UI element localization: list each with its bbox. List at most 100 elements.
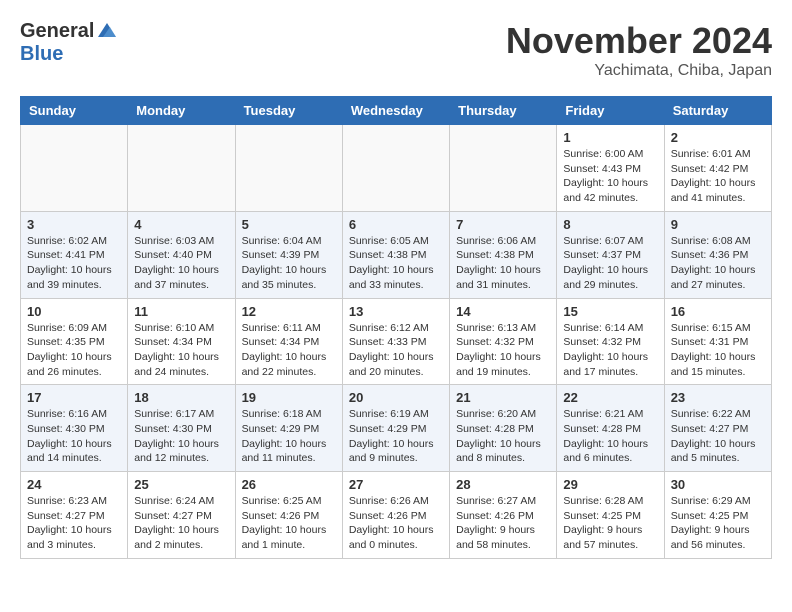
calendar-cell (21, 125, 128, 212)
day-number: 8 (563, 217, 657, 232)
day-number: 23 (671, 390, 765, 405)
day-info: Sunrise: 6:19 AMSunset: 4:29 PMDaylight:… (349, 407, 443, 466)
calendar-cell: 5Sunrise: 6:04 AMSunset: 4:39 PMDaylight… (235, 211, 342, 298)
calendar-cell: 18Sunrise: 6:17 AMSunset: 4:30 PMDayligh… (128, 385, 235, 472)
calendar-cell: 3 Sunrise: 6:02 AMSunset: 4:41 PMDaylight… (21, 211, 128, 298)
day-info: Sunrise: 6:01 AMSunset: 4:42 PMDaylight:… (671, 147, 765, 206)
day-info: Sunrise: 6:16 AMSunset: 4:30 PMDaylight:… (27, 407, 121, 466)
day-info: Sunrise: 6:12 AMSunset: 4:33 PMDaylight:… (349, 321, 443, 380)
day-number: 29 (563, 477, 657, 492)
day-info: Sunrise: 6:18 AMSunset: 4:29 PMDaylight:… (242, 407, 336, 466)
day-info: Sunrise: 6:25 AMSunset: 4:26 PMDaylight:… (242, 494, 336, 553)
calendar-cell (128, 125, 235, 212)
calendar-header-friday: Friday (557, 97, 664, 125)
calendar-week-4: 17 Sunrise: 6:16 AMSunset: 4:30 PMDayligh… (21, 385, 772, 472)
day-number: 14 (456, 304, 550, 319)
day-number: 30 (671, 477, 765, 492)
calendar-cell: 9Sunrise: 6:08 AMSunset: 4:36 PMDaylight… (664, 211, 771, 298)
day-info: Sunrise: 6:07 AMSunset: 4:37 PMDaylight:… (563, 234, 657, 293)
day-number: 17 (27, 390, 121, 405)
day-number: 6 (349, 217, 443, 232)
day-info: Sunrise: 6:09 AMSunset: 4:35 PMDaylight:… (27, 321, 121, 380)
logo-icon (96, 19, 118, 41)
calendar-table: SundayMondayTuesdayWednesdayThursdayFrid… (20, 96, 772, 559)
logo: General Blue (20, 20, 118, 66)
day-number: 20 (349, 390, 443, 405)
day-number: 13 (349, 304, 443, 319)
calendar-cell: 22 Sunrise: 6:21 AMSunset: 4:28 PMDayligh… (557, 385, 664, 472)
day-number: 24 (27, 477, 121, 492)
day-info: Sunrise: 6:17 AMSunset: 4:30 PMDaylight:… (134, 407, 228, 466)
calendar-header-monday: Monday (128, 97, 235, 125)
calendar-cell: 10 Sunrise: 6:09 AMSunset: 4:35 PMDayligh… (21, 298, 128, 385)
calendar-cell: 14 Sunrise: 6:13 AMSunset: 4:32 PMDayligh… (450, 298, 557, 385)
location: Yachimata, Chiba, Japan (506, 62, 772, 80)
calendar-cell: 21 Sunrise: 6:20 AMSunset: 4:28 PMDayligh… (450, 385, 557, 472)
day-info: Sunrise: 6:06 AMSunset: 4:38 PMDaylight:… (456, 234, 550, 293)
day-info: Sunrise: 6:21 AMSunset: 4:28 PMDaylight:… (563, 407, 657, 466)
day-number: 12 (242, 304, 336, 319)
calendar-cell (235, 125, 342, 212)
calendar-header-row: SundayMondayTuesdayWednesdayThursdayFrid… (21, 97, 772, 125)
calendar-week-2: 3 Sunrise: 6:02 AMSunset: 4:41 PMDaylight… (21, 211, 772, 298)
calendar-cell: 25 Sunrise: 6:24 AMSunset: 4:27 PMDayligh… (128, 472, 235, 559)
day-number: 21 (456, 390, 550, 405)
day-number: 15 (563, 304, 657, 319)
calendar-cell: 17 Sunrise: 6:16 AMSunset: 4:30 PMDayligh… (21, 385, 128, 472)
calendar-cell: 26 Sunrise: 6:25 AMSunset: 4:26 PMDayligh… (235, 472, 342, 559)
calendar-cell: 28 Sunrise: 6:27 AMSunset: 4:26 PMDayligh… (450, 472, 557, 559)
calendar-cell: 6Sunrise: 6:05 AMSunset: 4:38 PMDaylight… (342, 211, 449, 298)
day-number: 25 (134, 477, 228, 492)
day-number: 19 (242, 390, 336, 405)
day-number: 4 (134, 217, 228, 232)
calendar-cell (342, 125, 449, 212)
day-number: 27 (349, 477, 443, 492)
month-title: November 2024 (506, 20, 772, 62)
day-number: 2 (671, 130, 765, 145)
day-info: Sunrise: 6:24 AMSunset: 4:27 PMDaylight:… (134, 494, 228, 553)
calendar-cell: 4Sunrise: 6:03 AMSunset: 4:40 PMDaylight… (128, 211, 235, 298)
calendar-cell (450, 125, 557, 212)
day-info: Sunrise: 6:13 AMSunset: 4:32 PMDaylight:… (456, 321, 550, 380)
day-info: Sunrise: 6:04 AMSunset: 4:39 PMDaylight:… (242, 234, 336, 293)
title-section: November 2024 Yachimata, Chiba, Japan (506, 20, 772, 80)
day-info: Sunrise: 6:11 AMSunset: 4:34 PMDaylight:… (242, 321, 336, 380)
calendar-cell: 8 Sunrise: 6:07 AMSunset: 4:37 PMDaylight… (557, 211, 664, 298)
calendar-header-wednesday: Wednesday (342, 97, 449, 125)
calendar-week-5: 24 Sunrise: 6:23 AMSunset: 4:27 PMDayligh… (21, 472, 772, 559)
calendar-cell: 7 Sunrise: 6:06 AMSunset: 4:38 PMDaylight… (450, 211, 557, 298)
calendar-cell: 15 Sunrise: 6:14 AMSunset: 4:32 PMDayligh… (557, 298, 664, 385)
day-info: Sunrise: 6:23 AMSunset: 4:27 PMDaylight:… (27, 494, 121, 553)
day-number: 26 (242, 477, 336, 492)
day-info: Sunrise: 6:10 AMSunset: 4:34 PMDaylight:… (134, 321, 228, 380)
calendar-cell: 19 Sunrise: 6:18 AMSunset: 4:29 PMDayligh… (235, 385, 342, 472)
logo-blue-text: Blue (20, 43, 63, 66)
calendar-cell: 16Sunrise: 6:15 AMSunset: 4:31 PMDayligh… (664, 298, 771, 385)
day-info: Sunrise: 6:14 AMSunset: 4:32 PMDaylight:… (563, 321, 657, 380)
day-number: 22 (563, 390, 657, 405)
calendar-header-saturday: Saturday (664, 97, 771, 125)
day-number: 3 (27, 217, 121, 232)
day-info: Sunrise: 6:28 AMSunset: 4:25 PMDaylight:… (563, 494, 657, 553)
day-info: Sunrise: 6:27 AMSunset: 4:26 PMDaylight:… (456, 494, 550, 553)
day-number: 1 (563, 130, 657, 145)
day-number: 10 (27, 304, 121, 319)
day-number: 9 (671, 217, 765, 232)
calendar-cell: 1Sunrise: 6:00 AMSunset: 4:43 PMDaylight… (557, 125, 664, 212)
calendar-header-tuesday: Tuesday (235, 97, 342, 125)
day-number: 28 (456, 477, 550, 492)
day-info: Sunrise: 6:26 AMSunset: 4:26 PMDaylight:… (349, 494, 443, 553)
day-info: Sunrise: 6:20 AMSunset: 4:28 PMDaylight:… (456, 407, 550, 466)
day-number: 7 (456, 217, 550, 232)
day-info: Sunrise: 6:22 AMSunset: 4:27 PMDaylight:… (671, 407, 765, 466)
calendar-cell: 29 Sunrise: 6:28 AMSunset: 4:25 PMDayligh… (557, 472, 664, 559)
calendar-cell: 13 Sunrise: 6:12 AMSunset: 4:33 PMDayligh… (342, 298, 449, 385)
day-info: Sunrise: 6:02 AMSunset: 4:41 PMDaylight:… (27, 234, 121, 293)
calendar-cell: 30Sunrise: 6:29 AMSunset: 4:25 PMDayligh… (664, 472, 771, 559)
calendar-week-1: 1Sunrise: 6:00 AMSunset: 4:43 PMDaylight… (21, 125, 772, 212)
calendar-cell: 27 Sunrise: 6:26 AMSunset: 4:26 PMDayligh… (342, 472, 449, 559)
logo-general-text: General (20, 20, 94, 43)
calendar-cell: 20 Sunrise: 6:19 AMSunset: 4:29 PMDayligh… (342, 385, 449, 472)
calendar-cell: 12 Sunrise: 6:11 AMSunset: 4:34 PMDayligh… (235, 298, 342, 385)
calendar-cell: 2 Sunrise: 6:01 AMSunset: 4:42 PMDaylight… (664, 125, 771, 212)
